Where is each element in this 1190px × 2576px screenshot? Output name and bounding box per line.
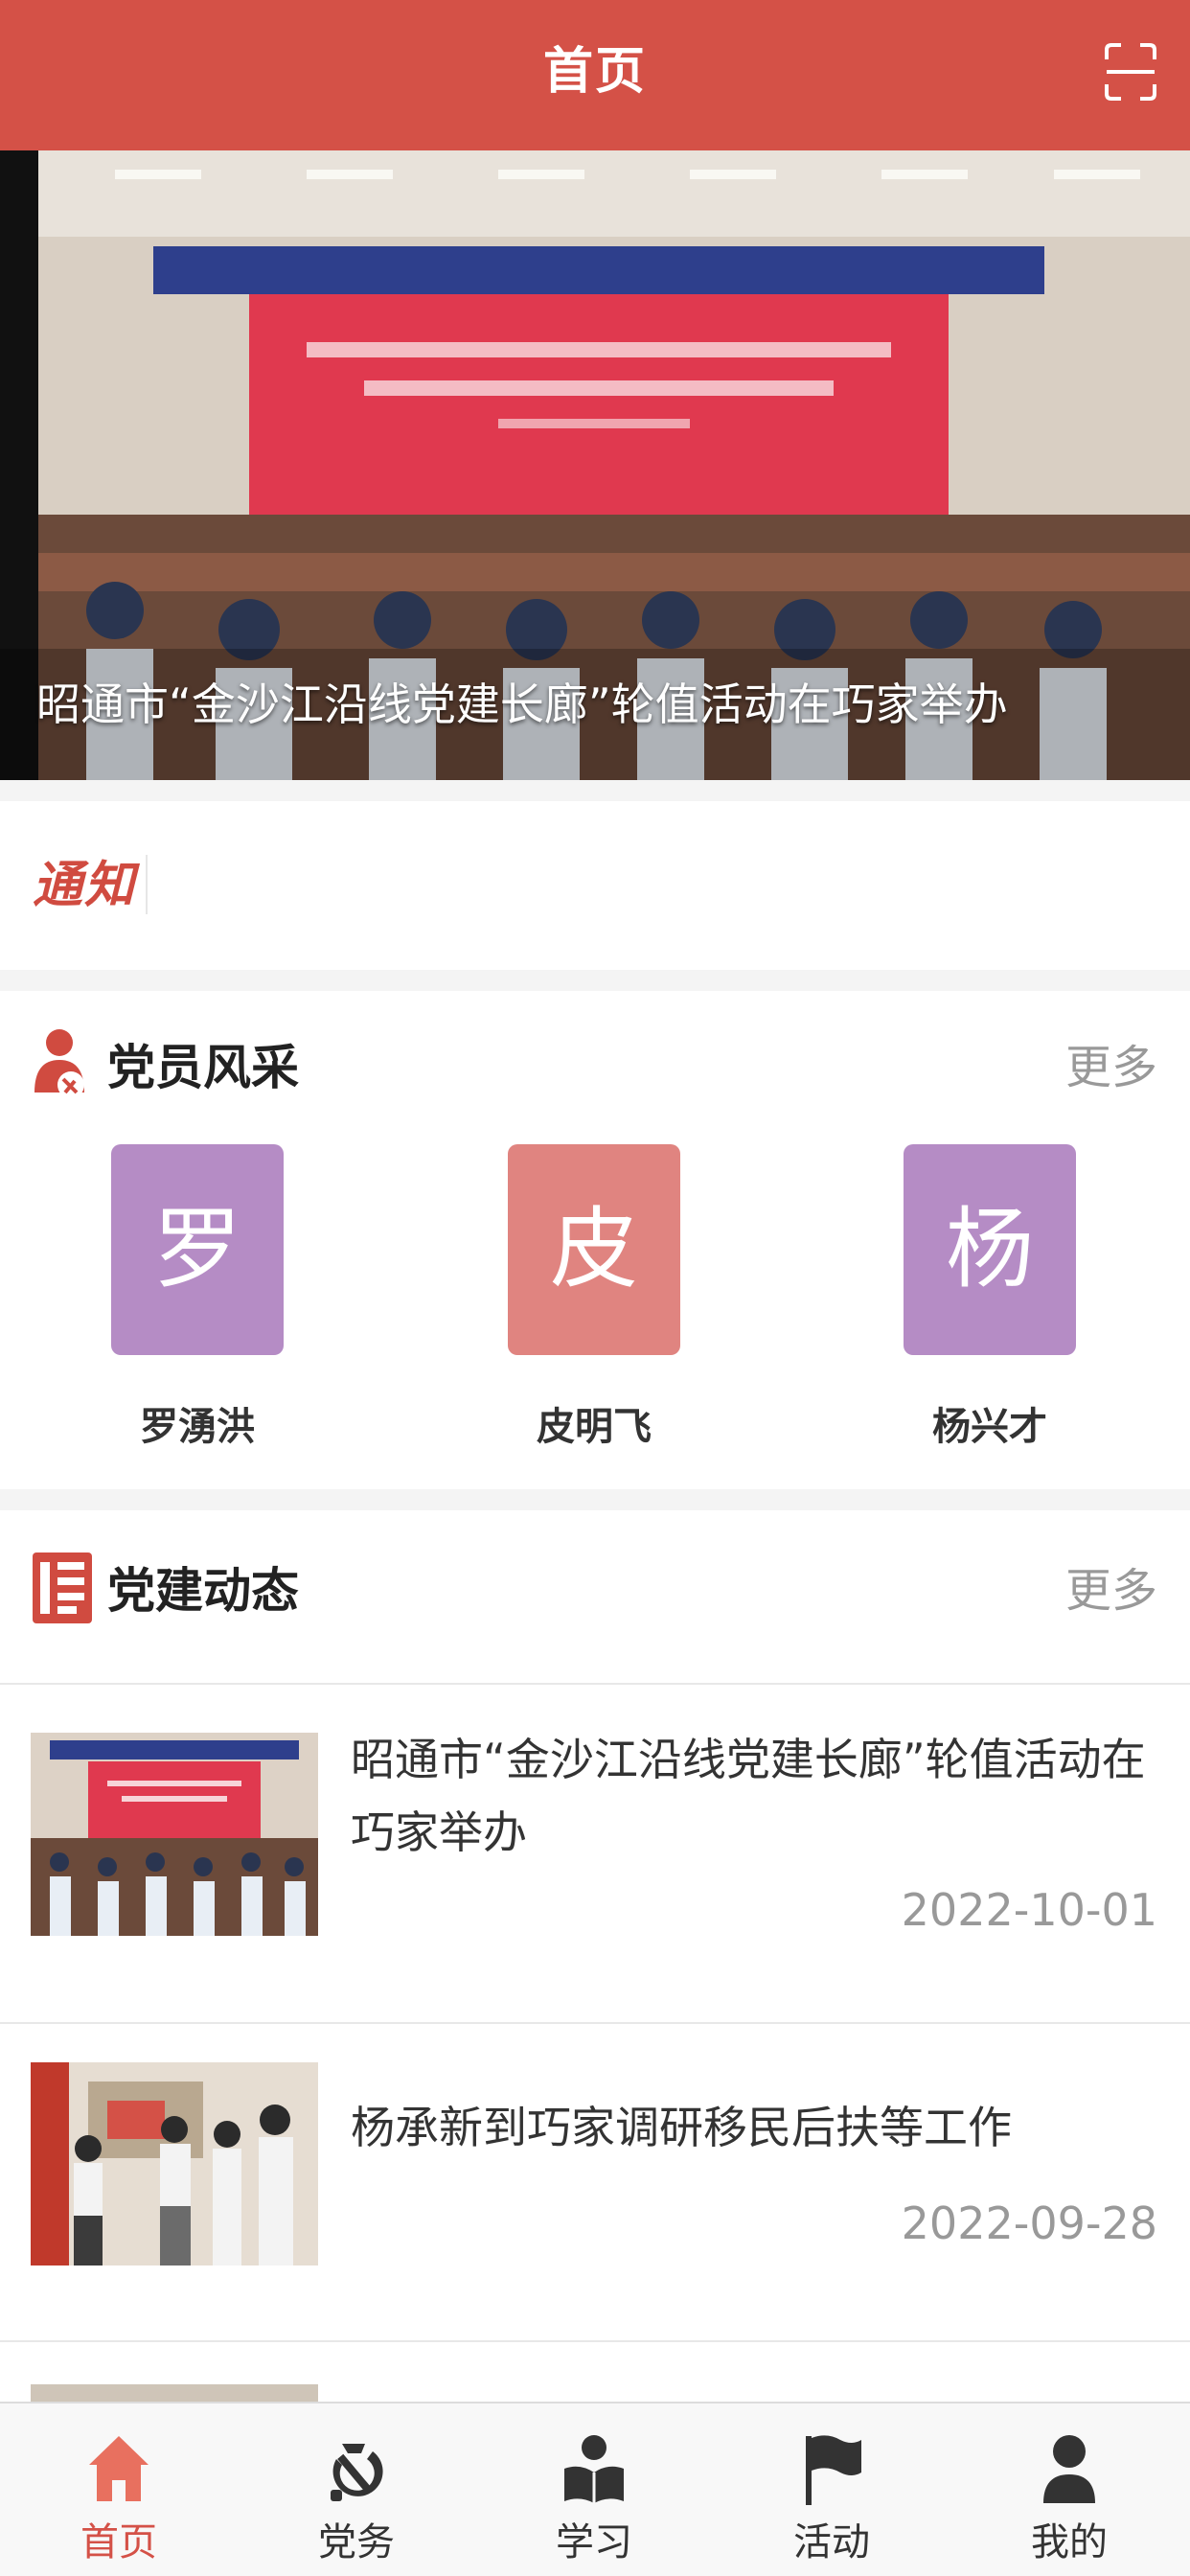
home-icon [85,2430,152,2507]
top-nav-bar: 首页 [0,0,1190,150]
app-screen: 首页 昭通市“金沙江沿线党建长廊”轮值活动在巧家举办 通知 党员风采 更多 罗 … [0,0,1190,2576]
news-title: 昭通市“金沙江沿线党建长廊”轮值活动在巧家举办 [351,1734,1146,1858]
news-section-title: 党建动态 [107,1563,299,1619]
tab-label: 首页 [80,2520,157,2564]
news-thumbnail [31,1733,318,1936]
members-more-link[interactable]: 更多 [1065,1037,1157,1098]
scan-icon[interactable] [1104,42,1157,102]
news-thumbnail [31,2062,318,2266]
banner-caption: 昭通市“金沙江沿线党建长廊”轮值活动在巧家举办 [36,678,1008,730]
notice-divider [146,855,148,914]
member-card[interactable]: 罗 罗湧洪 [73,1144,322,1460]
news-more-link[interactable]: 更多 [1065,1560,1157,1622]
user-icon [1036,2430,1103,2507]
news-list-item[interactable]: 昭通市“金沙江沿线党建长廊”轮值活动在巧家举办 2022-10-01 [0,1685,1190,2022]
tab-label: 党务 [318,2520,395,2564]
member-avatar: 罗 [111,1144,284,1355]
newspaper-icon [31,1549,92,1627]
tab-party-affairs[interactable]: 党务 [238,2423,475,2566]
page-title: 首页 [542,43,647,101]
notice-label: 通知 [33,857,137,914]
party-member-icon [31,1025,90,1104]
news-date: 2022-09-28 [901,2197,1157,2249]
member-avatar: 皮 [508,1144,680,1355]
tab-study[interactable]: 学习 [475,2423,713,2566]
news-title: 杨承新到巧家调研移民后扶等工作 [351,2102,1012,2153]
member-name: 皮明飞 [537,1405,652,1449]
tab-label: 我的 [1031,2520,1108,2564]
news-date: 2022-10-01 [901,1884,1157,1936]
member-name: 杨兴才 [932,1405,1047,1449]
members-section-title: 党员风采 [107,1040,299,1095]
study-icon [561,2430,628,2507]
banner-carousel[interactable]: 昭通市“金沙江沿线党建长廊”轮值活动在巧家举办 [0,150,1190,780]
tab-profile[interactable]: 我的 [950,2423,1188,2566]
bottom-tab-bar: 首页 党务 学习 活动 我的 [0,2402,1190,2576]
flag-icon [798,2430,865,2507]
tab-activity[interactable]: 活动 [713,2423,950,2566]
tab-label: 活动 [793,2520,870,2564]
hammer-sickle-icon [323,2430,390,2507]
members-section: 党员风采 更多 罗 罗湧洪 皮 皮明飞 杨 杨兴才 [0,991,1190,1489]
member-name: 罗湧洪 [140,1405,255,1449]
news-list-item[interactable]: 杨承新到巧家调研移民后扶等工作 2022-09-28 [0,2024,1190,2340]
tab-label: 学习 [556,2520,632,2564]
member-card[interactable]: 皮 皮明飞 [469,1144,719,1460]
member-avatar: 杨 [904,1144,1076,1355]
notice-bar[interactable]: 通知 [0,801,1190,970]
tab-home[interactable]: 首页 [0,2423,238,2566]
member-card[interactable]: 杨 杨兴才 [865,1144,1114,1460]
